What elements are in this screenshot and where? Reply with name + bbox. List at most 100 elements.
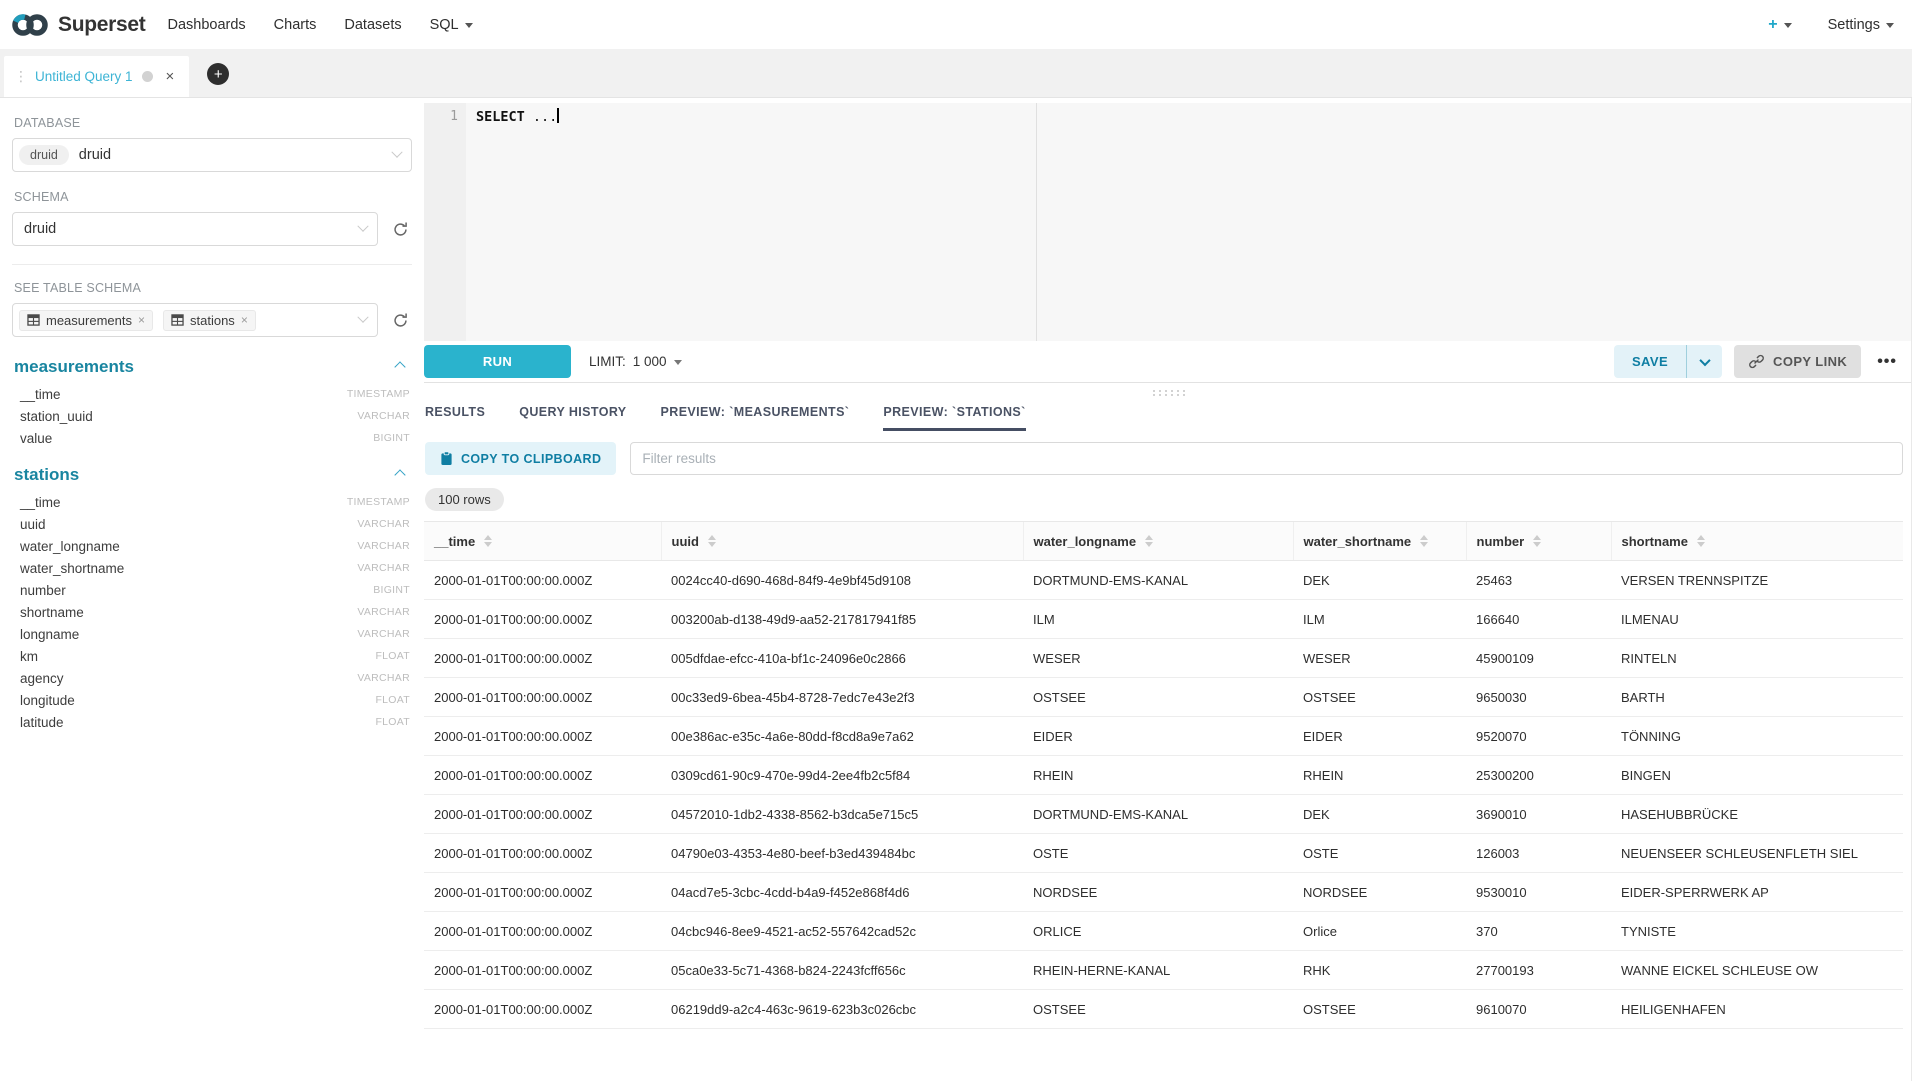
database-select[interactable]: druid druid	[12, 138, 412, 172]
divider	[12, 264, 412, 265]
save-button[interactable]: SAVE	[1614, 345, 1686, 378]
schema-column-row: shortname VARCHAR	[12, 601, 412, 623]
editor-gutter: 1	[424, 103, 466, 341]
table-chip[interactable]: measurements ×	[19, 310, 153, 331]
header-number[interactable]: number	[1466, 522, 1611, 561]
table-row[interactable]: 2000-01-01T00:00:00.000Z 06219dd9-a2c4-4…	[424, 990, 1903, 1029]
schema-column-row: km FLOAT	[12, 645, 412, 667]
schema-column-row: __time TIMESTAMP	[12, 383, 412, 405]
cell-water-shortname: EIDER	[1293, 717, 1466, 756]
table-row[interactable]: 2000-01-01T00:00:00.000Z 04cbc946-8ee9-4…	[424, 912, 1903, 951]
header-shortname[interactable]: shortname	[1611, 522, 1903, 561]
copy-to-clipboard-button[interactable]: COPY TO CLIPBOARD	[425, 442, 616, 475]
remove-icon[interactable]: ×	[241, 313, 248, 327]
cell-water-longname: EIDER	[1023, 717, 1293, 756]
menu-sql[interactable]: SQL	[430, 17, 473, 33]
column-type: FLOAT	[375, 716, 410, 728]
close-icon[interactable]: ×	[162, 68, 175, 85]
drag-handle-icon[interactable]: ⋮	[14, 68, 26, 85]
header-time[interactable]: __time	[424, 522, 661, 561]
measurements-header[interactable]: measurements	[12, 355, 412, 383]
schema-column-row: number BIGINT	[12, 579, 412, 601]
table-row[interactable]: 2000-01-01T00:00:00.000Z 00e386ac-e35c-4…	[424, 717, 1903, 756]
query-tab-active[interactable]: ⋮ Untitled Query 1 ×	[4, 56, 189, 97]
column-type: VARCHAR	[357, 540, 410, 552]
cell-time: 2000-01-01T00:00:00.000Z	[424, 678, 661, 717]
filter-results-input[interactable]	[630, 442, 1903, 475]
chevron-up-icon[interactable]	[394, 469, 405, 480]
pane-resize-handle-icon[interactable]	[1151, 389, 1185, 396]
tab-preview-stations[interactable]: PREVIEW: `STATIONS`	[883, 405, 1025, 431]
column-name: agency	[20, 671, 64, 686]
column-type: BIGINT	[373, 584, 410, 596]
column-type: FLOAT	[375, 650, 410, 662]
schema-column-row: longname VARCHAR	[12, 623, 412, 645]
line-number: 1	[450, 109, 458, 124]
table-row[interactable]: 2000-01-01T00:00:00.000Z 05ca0e33-5c71-4…	[424, 951, 1903, 990]
cell-shortname: VERSEN TRENNSPITZE	[1611, 561, 1903, 600]
table-row[interactable]: 2000-01-01T00:00:00.000Z 04572010-1db2-4…	[424, 795, 1903, 834]
table-row[interactable]: 2000-01-01T00:00:00.000Z 005dfdae-efcc-4…	[424, 639, 1903, 678]
chevron-up-icon[interactable]	[394, 361, 405, 372]
text-cursor	[557, 108, 559, 123]
settings-menu[interactable]: Settings	[1828, 17, 1894, 33]
sql-editor[interactable]: 1 SELECT ...	[424, 103, 1911, 341]
remove-icon[interactable]: ×	[138, 313, 145, 327]
menu-datasets[interactable]: Datasets	[344, 17, 401, 33]
refresh-tables-button[interactable]	[388, 308, 412, 332]
column-name: water_shortname	[20, 561, 124, 576]
header-uuid[interactable]: uuid	[661, 522, 1023, 561]
table-row[interactable]: 2000-01-01T00:00:00.000Z 0024cc40-d690-4…	[424, 561, 1903, 600]
sort-icon	[708, 535, 716, 547]
cell-water-longname: OSTSEE	[1023, 678, 1293, 717]
table-row[interactable]: 2000-01-01T00:00:00.000Z 0309cd61-90c9-4…	[424, 756, 1903, 795]
header-water-longname[interactable]: water_longname	[1023, 522, 1293, 561]
table-row[interactable]: 2000-01-01T00:00:00.000Z 04790e03-4353-4…	[424, 834, 1903, 873]
header-water-shortname[interactable]: water_shortname	[1293, 522, 1466, 561]
refresh-schemas-button[interactable]	[388, 217, 412, 241]
copy-link-button[interactable]: COPY LINK	[1734, 345, 1861, 378]
cell-water-longname: RHEIN	[1023, 756, 1293, 795]
sqllab-sidebar: DATABASE druid druid SCHEMA druid SEE TA	[0, 98, 424, 1081]
superset-brand[interactable]: Superset	[10, 12, 145, 38]
table-schema-select[interactable]: measurements × stations ×	[12, 303, 378, 337]
table-chip[interactable]: stations ×	[163, 310, 256, 331]
table-row[interactable]: 2000-01-01T00:00:00.000Z 04acd7e5-3cbc-4…	[424, 873, 1903, 912]
tab-query-history[interactable]: QUERY HISTORY	[519, 405, 626, 431]
table-row[interactable]: 2000-01-01T00:00:00.000Z 00c33ed9-6bea-4…	[424, 678, 1903, 717]
editor-code[interactable]: SELECT ...	[466, 103, 1911, 341]
chevron-down-icon	[391, 147, 402, 158]
column-name: __time	[20, 495, 61, 510]
column-type: VARCHAR	[357, 606, 410, 618]
schema-select[interactable]: druid	[12, 212, 378, 246]
more-actions-button[interactable]: •••	[1873, 353, 1901, 371]
schema-column-row: water_longname VARCHAR	[12, 535, 412, 557]
cell-shortname: HEILIGENHAFEN	[1611, 990, 1903, 1029]
cell-time: 2000-01-01T00:00:00.000Z	[424, 639, 661, 678]
table-row[interactable]: 2000-01-01T00:00:00.000Z 003200ab-d138-4…	[424, 600, 1903, 639]
new-item-button[interactable]: +	[1768, 16, 1791, 34]
schema-column-row: water_shortname VARCHAR	[12, 557, 412, 579]
limit-dropdown[interactable]: LIMIT: 1 000	[589, 354, 682, 369]
cell-uuid: 0024cc40-d690-468d-84f9-4e9bf45d9108	[661, 561, 1023, 600]
row-count-badge: 100 rows	[425, 488, 504, 511]
add-tab-button[interactable]: +	[207, 63, 229, 85]
sort-icon	[484, 535, 492, 547]
plus-icon: +	[1768, 16, 1777, 34]
cell-water-shortname: NORDSEE	[1293, 873, 1466, 912]
tab-results[interactable]: RESULTS	[425, 405, 485, 431]
menu-charts[interactable]: Charts	[274, 17, 317, 33]
menu-dashboards[interactable]: Dashboards	[167, 17, 245, 33]
run-button[interactable]: RUN	[424, 345, 571, 378]
stations-columns: __time TIMESTAMP uuid VARCHAR water_long…	[12, 491, 412, 733]
column-type: VARCHAR	[357, 562, 410, 574]
cell-uuid: 0309cd61-90c9-470e-99d4-2ee4fb2c5f84	[661, 756, 1023, 795]
chevron-down-icon	[1886, 23, 1894, 28]
link-icon	[1748, 353, 1765, 370]
tab-preview-measurements[interactable]: PREVIEW: `MEASUREMENTS`	[661, 405, 850, 431]
cell-shortname: NEUENSEER SCHLEUSENFLETH SIEL	[1611, 834, 1903, 873]
stations-header[interactable]: stations	[12, 463, 412, 491]
sort-icon	[1533, 535, 1541, 547]
save-dropdown-button[interactable]	[1686, 345, 1722, 378]
cell-number: 27700193	[1466, 951, 1611, 990]
